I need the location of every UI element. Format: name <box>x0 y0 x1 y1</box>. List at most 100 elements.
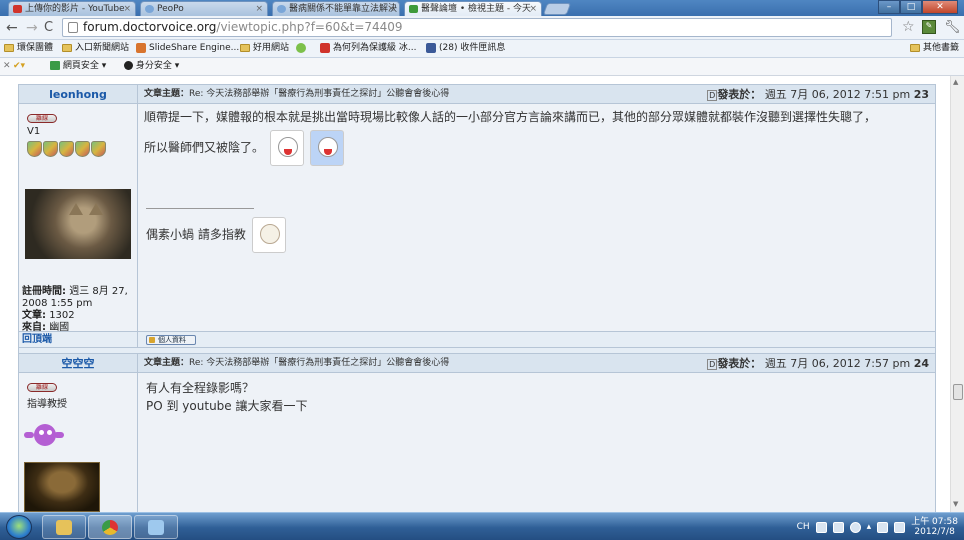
post-link-icon[interactable]: D <box>707 359 718 370</box>
navigation-bar: ← → C forum.doctorvoice.org/viewtopic.ph… <box>0 16 964 40</box>
bookmark-folder[interactable]: 入口新聞網站 <box>62 43 129 54</box>
show-hidden-icons[interactable]: ▴ <box>867 522 872 532</box>
close-toolbar-icon[interactable]: ✕ <box>3 61 11 72</box>
tab-label: 上傳你的影片 - YouTube <box>25 4 125 14</box>
url-host: forum.doctorvoice.org <box>83 20 217 34</box>
youtube-icon <box>13 5 22 13</box>
author-name[interactable]: 空空空 <box>19 354 137 373</box>
bookmark-folder[interactable]: 好用網站 <box>240 43 289 54</box>
tab-youtube[interactable]: 上傳你的影片 - YouTube × <box>8 1 136 16</box>
clock-date: 2012/7/8 <box>914 527 955 537</box>
other-bookmarks[interactable]: 其他書籤 <box>910 43 959 54</box>
bookmark-label: 入口新聞網站 <box>75 43 130 53</box>
post-text-line: PO 到 youtube 讓大家看一下 <box>146 399 308 413</box>
close-icon[interactable]: × <box>387 2 395 16</box>
subject-label: 文章主題： <box>144 89 190 99</box>
medal-icon <box>59 141 74 157</box>
scroll-down-icon[interactable]: ▼ <box>953 500 958 508</box>
tab-peopo[interactable]: PeoPo × <box>140 1 268 16</box>
back-arrow-icon[interactable]: ← <box>6 20 18 36</box>
post-number[interactable]: 24 <box>914 357 929 370</box>
bookmark-label: SlideShare Engine... <box>149 43 240 53</box>
post-number[interactable]: 23 <box>914 88 929 101</box>
post-text-line: 所以醫師們又被陰了。 <box>144 140 265 155</box>
minimize-button[interactable]: – <box>878 0 900 14</box>
medal-icon <box>43 141 58 157</box>
facebook-icon <box>426 43 436 53</box>
explorer-taskbar-button[interactable] <box>42 515 86 539</box>
start-button[interactable] <box>6 515 32 539</box>
volume-icon[interactable] <box>894 521 906 533</box>
reload-icon[interactable]: C <box>44 20 53 36</box>
security-toolbar: ✕ ✔▾ 網頁安全 ▾ 身分安全 ▾ <box>0 58 964 76</box>
clock-time: 上午 07:58 <box>911 517 958 527</box>
medal-icon <box>27 141 42 157</box>
close-icon[interactable]: × <box>529 2 537 16</box>
author-info: 離線 V1 <box>19 104 137 157</box>
post-header: 文章主題：Re: 今天法務部舉辦「醫療行為刑事責任之探討」公聽會會後心得 D 發表… <box>138 85 935 104</box>
vertical-scrollbar[interactable]: ▲ ▼ <box>950 76 964 512</box>
tab-label: 醫聲論壇 • 檢視主題 - 今天 <box>421 4 532 14</box>
author-rank: 指導教授 <box>27 399 67 410</box>
toolbar-label: 網頁安全 ▾ <box>62 61 107 71</box>
globe-icon <box>145 5 154 13</box>
identity-security-menu[interactable]: 身分安全 ▾ <box>124 61 179 72</box>
paint-icon <box>148 520 164 535</box>
medal-icon <box>91 141 106 157</box>
ime-indicator[interactable]: CH <box>797 522 810 532</box>
keyboard-icon[interactable] <box>815 521 827 533</box>
posts-count: 1302 <box>49 310 75 321</box>
bookmark-folder[interactable]: 環保團體 <box>4 43 53 54</box>
post-body: 文章主題：Re: 今天法務部舉辦「醫療行為刑事責任之探討」公聽會會後心得 D 發表… <box>138 354 935 512</box>
clock[interactable]: 上午 07:58 2012/7/8 <box>911 517 958 537</box>
tab-news[interactable]: 醫病關係不能單靠立法解決 × <box>272 1 400 16</box>
back-to-top-link[interactable]: 回頂端 <box>19 332 138 347</box>
post-header: 文章主題：Re: 今天法務部舉辦「醫療行為刑事責任之探討」公聽會會後心得 D 發表… <box>138 354 935 373</box>
page-content: leonhong 離線 V1 註冊時間: 週三 8月 27, 2008 1:55… <box>0 76 964 512</box>
avatar <box>24 462 100 512</box>
registered-label: 註冊時間: <box>22 286 66 297</box>
toolbar-label: 身分安全 ▾ <box>135 61 180 71</box>
from-value: 幽國 <box>49 322 70 333</box>
author-name[interactable]: leonhong <box>19 85 137 104</box>
forward-arrow-icon[interactable]: → <box>26 20 38 36</box>
profile-button[interactable]: 個人資料 <box>146 335 196 345</box>
bookmark-link[interactable]: (28) 收件匣訊息 <box>426 43 505 54</box>
paint-taskbar-button[interactable] <box>134 515 178 539</box>
flag-icon[interactable] <box>877 521 889 533</box>
scrollbar-thumb[interactable] <box>953 384 963 400</box>
close-icon[interactable]: × <box>255 2 263 16</box>
maximize-button[interactable]: □ <box>900 0 922 14</box>
bookmark-label: 其他書籤 <box>923 43 960 53</box>
web-security-menu[interactable]: 網頁安全 ▾ <box>50 61 106 72</box>
bookmark-label: (28) 收件匣訊息 <box>439 43 506 53</box>
signature: 偶素小蝸 請多指教 <box>146 217 286 253</box>
bookmark-label: 好用網站 <box>253 43 290 53</box>
address-bar[interactable]: forum.doctorvoice.org/viewtopic.php?f=60… <box>62 18 892 37</box>
help-icon[interactable] <box>849 521 861 533</box>
post-link-icon[interactable]: D <box>707 90 718 101</box>
from-label: 來自: <box>22 322 46 333</box>
snail-emoticon-icon <box>251 217 286 253</box>
wrench-icon[interactable]: 🔧︎ <box>944 20 961 35</box>
close-window-button[interactable]: ✕ <box>922 0 958 14</box>
bookmark-label: 環保團體 <box>17 43 54 53</box>
network-icon[interactable] <box>832 521 844 533</box>
subject-label: 文章主題： <box>144 358 190 368</box>
posted-label: 發表於： <box>717 357 762 370</box>
check-icon[interactable]: ✔▾ <box>13 61 25 72</box>
tab-label: PeoPo <box>157 4 184 14</box>
window-controls: – □ ✕ <box>878 0 958 14</box>
browser-tab-strip: 上傳你的影片 - YouTube × PeoPo × 醫病關係不能單靠立法解決 … <box>0 0 964 16</box>
post-author-panel: 空空空 離線 指導教授 <box>19 354 138 512</box>
tab-doctorvoice[interactable]: 醫聲論壇 • 檢視主題 - 今天 × <box>404 1 542 16</box>
bookmark-link[interactable]: SlideShare Engine... <box>136 43 239 54</box>
bookmark-link[interactable]: 為何列為保護級 冰... <box>320 43 416 54</box>
chrome-taskbar-button[interactable] <box>88 515 132 539</box>
new-tab-button[interactable] <box>542 3 572 15</box>
extension-icon[interactable]: ✎ <box>922 20 936 34</box>
folder-icon <box>56 520 72 535</box>
bookmark-star-icon[interactable]: ☆ <box>902 19 915 35</box>
scroll-up-icon[interactable]: ▲ <box>953 78 958 86</box>
close-icon[interactable]: × <box>123 2 131 16</box>
